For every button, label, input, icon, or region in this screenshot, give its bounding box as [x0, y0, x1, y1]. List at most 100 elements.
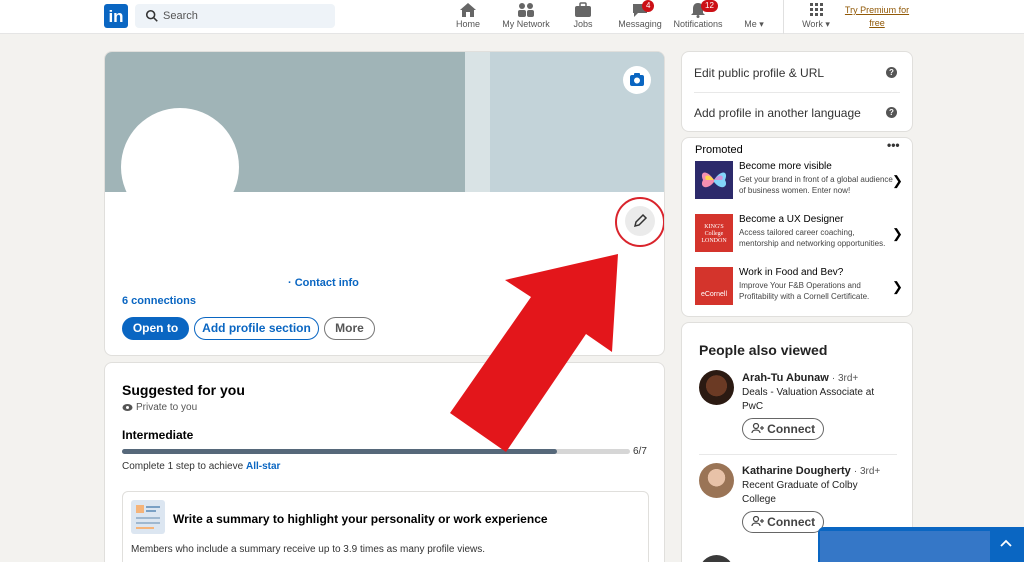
profile-card: · Contact info 6 connections Open to Add… — [104, 51, 665, 356]
edit-intro-button[interactable] — [625, 206, 655, 236]
person-name[interactable]: Arah-Tu Abunaw · 3rd+ — [742, 372, 858, 384]
edit-public-profile-link[interactable]: Edit public profile & URL — [694, 66, 824, 80]
private-to-you: Private to you — [122, 402, 197, 413]
nav-jobs-label: Jobs — [573, 19, 593, 29]
document-icon — [131, 500, 165, 534]
nav-notifications[interactable]: 12 Notifications — [670, 0, 726, 34]
kings-college-logo-icon: KING'S College LONDON — [695, 214, 733, 252]
nav-my-network[interactable]: My Network — [499, 0, 553, 34]
ad-desc: Access tailored career coaching, mentors… — [739, 228, 886, 248]
avatar[interactable] — [699, 555, 734, 562]
avatar[interactable] — [699, 463, 734, 498]
premium-line-1: Try Premium for — [844, 5, 910, 15]
nav-home-label: Home — [455, 19, 480, 29]
briefcase-icon — [575, 2, 591, 17]
person-name[interactable]: Katharine Dougherty · 3rd+ — [742, 465, 880, 477]
ad-desc: Improve Your F&B Operations and Profitab… — [739, 281, 870, 301]
promoted-label: Promoted — [695, 144, 743, 156]
nav-divider — [783, 0, 784, 34]
pencil-icon — [633, 213, 648, 228]
nav-me[interactable]: Me ▾ — [738, 0, 770, 34]
connect-button[interactable]: Connect — [742, 418, 824, 440]
person-headline: Deals - Valuation Associate at PwC — [742, 387, 875, 412]
ad-item[interactable]: KING'S College LONDON Become a UX Design… — [695, 214, 907, 262]
profile-strength-fill — [122, 449, 558, 454]
help-icon[interactable]: ? — [886, 107, 897, 118]
messaging-overlay-bar[interactable] — [818, 527, 1024, 562]
nav-my-network-label: My Network — [502, 19, 550, 29]
connect-button[interactable]: Connect — [742, 511, 824, 533]
banner-stripe — [465, 52, 491, 192]
help-icon[interactable]: ? — [886, 67, 897, 78]
nav-work[interactable]: Work ▾ — [798, 0, 834, 34]
messaging-badge: 4 — [642, 0, 655, 12]
contact-info-link[interactable]: · Contact info — [288, 277, 359, 289]
add-profile-section-button[interactable]: Add profile section — [194, 317, 319, 340]
ad-desc: Get your brand in front of a global audi… — [739, 175, 893, 195]
chevron-up-icon[interactable] — [1000, 539, 1012, 547]
chevron-right-icon: ❯ — [892, 173, 903, 188]
connection-degree: · 3rd+ — [831, 373, 859, 384]
profile-links-card: Edit public profile & URL ? Add profile … — [681, 51, 913, 132]
summary-suggestion-card[interactable]: Write a summary to highlight your person… — [122, 491, 649, 562]
ad-title: Become a UX Designer — [739, 214, 844, 225]
open-to-button[interactable]: Open to — [122, 317, 189, 340]
add-person-icon — [751, 515, 764, 527]
premium-line-2: free — [869, 18, 885, 28]
person-headline: Recent Graduate of Colby College — [742, 480, 858, 505]
connection-degree: · 3rd+ — [853, 466, 881, 477]
people-also-viewed-title: People also viewed — [699, 342, 828, 358]
nav-messaging-label: Messaging — [618, 19, 662, 29]
try-premium-link[interactable]: Try Premium for free — [838, 4, 916, 30]
divider — [699, 454, 897, 455]
promoted-more-menu[interactable]: ••• — [887, 138, 900, 152]
person-name-text: Arah-Tu Abunaw — [742, 372, 829, 384]
ad-item[interactable]: Become more visible Get your brand in fr… — [695, 161, 907, 209]
add-person-icon — [751, 422, 764, 434]
promoted-card: Promoted ••• Become more visible Get you… — [681, 137, 913, 317]
all-star-link[interactable]: All-star — [246, 461, 280, 472]
butterfly-logo-icon — [695, 161, 733, 199]
nav-messaging[interactable]: 4 Messaging — [616, 0, 664, 34]
top-nav-bar: in Search Home My Network Jobs 4 Messagi… — [0, 0, 1024, 34]
notifications-badge: 12 — [701, 0, 718, 12]
private-label: Private to you — [136, 402, 198, 413]
more-button[interactable]: More — [324, 317, 375, 340]
messaging-overlay-header[interactable] — [820, 531, 990, 562]
network-icon — [518, 3, 534, 17]
divider — [694, 92, 900, 93]
avatar-icon — [747, 3, 761, 17]
profile-strength-level: Intermediate — [122, 428, 194, 442]
suggested-title: Suggested for you — [122, 382, 245, 398]
search-icon — [145, 9, 158, 22]
profile-strength-bar — [122, 449, 630, 454]
eye-icon — [122, 404, 133, 411]
complete-step-text: Complete 1 step to achieve All-star — [122, 461, 280, 472]
profile-strength-count: 6/7 — [633, 446, 647, 457]
nav-me-label: Me ▾ — [744, 19, 764, 29]
search-input[interactable]: Search — [135, 4, 335, 28]
summary-suggestion-title: Write a summary to highlight your person… — [173, 512, 548, 526]
nav-jobs[interactable]: Jobs — [568, 0, 598, 34]
edit-banner-button[interactable] — [623, 66, 651, 94]
ad-title: Become more visible — [739, 161, 832, 172]
ad-item[interactable]: eCornell Work in Food and Bev? Improve Y… — [695, 267, 907, 315]
search-placeholder: Search — [163, 10, 198, 22]
nav-home[interactable]: Home — [451, 0, 485, 34]
ecornell-logo-icon: eCornell — [695, 267, 733, 305]
nav-notifications-label: Notifications — [673, 19, 723, 29]
linkedin-logo[interactable]: in — [104, 4, 128, 28]
chevron-right-icon: ❯ — [892, 279, 903, 294]
profile-photo[interactable] — [121, 108, 239, 226]
chevron-right-icon: ❯ — [892, 226, 903, 241]
summary-suggestion-desc: Members who include a summary receive up… — [131, 544, 486, 555]
complete-prefix: Complete 1 step to achieve — [122, 461, 246, 472]
add-language-profile-link[interactable]: Add profile in another language — [694, 106, 861, 120]
avatar[interactable] — [699, 370, 734, 405]
connect-label: Connect — [767, 515, 816, 529]
grid-icon — [810, 3, 823, 16]
connections-link[interactable]: 6 connections — [122, 295, 196, 307]
suggested-card: Suggested for you Private to you Interme… — [104, 362, 665, 562]
connect-label: Connect — [767, 422, 816, 436]
people-also-viewed-card: People also viewed Arah-Tu Abunaw · 3rd+… — [681, 322, 913, 562]
